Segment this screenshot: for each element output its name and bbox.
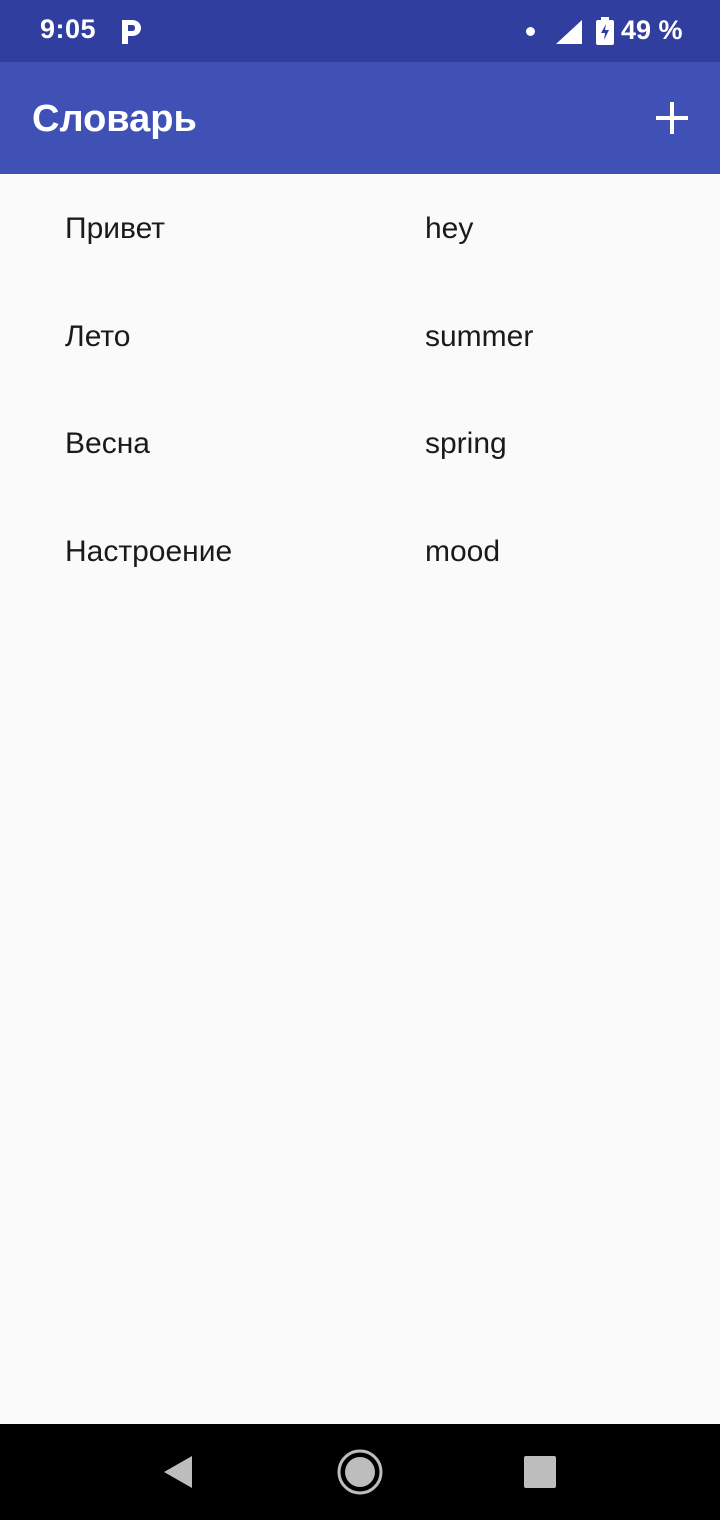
back-icon[interactable] [158, 1454, 198, 1490]
word-english: hey [425, 212, 474, 245]
notification-dot-icon [526, 27, 535, 36]
battery-percent: 49 % [621, 15, 683, 45]
p-icon [122, 20, 141, 44]
word-russian: Лето [65, 319, 131, 353]
word-english: spring [425, 427, 507, 460]
word-list: Привет hey Лето summer Весна spring Наст… [0, 174, 720, 604]
navigation-bar [0, 1424, 720, 1520]
page-title: Словарь [32, 98, 197, 140]
app-bar: Словарь [0, 62, 720, 174]
list-item[interactable]: Настроение mood [0, 497, 720, 605]
word-russian: Привет [65, 212, 166, 245]
recents-icon[interactable] [524, 1456, 556, 1488]
list-item[interactable]: Привет hey [0, 174, 720, 282]
list-item[interactable]: Весна spring [0, 389, 720, 497]
status-time: 9:05 [40, 14, 97, 44]
word-english: summer [425, 319, 534, 353]
word-russian: Весна [65, 427, 150, 460]
add-word-button[interactable] [640, 86, 704, 150]
status-bar: 9:05 49 % [0, 0, 720, 62]
word-russian: Настроение [65, 534, 233, 568]
add-icon [656, 102, 688, 134]
battery-charging-icon [596, 17, 614, 45]
signal-icon [556, 20, 582, 44]
word-english: mood [425, 534, 501, 568]
home-icon[interactable] [336, 1448, 384, 1496]
list-item[interactable]: Лето summer [0, 282, 720, 390]
